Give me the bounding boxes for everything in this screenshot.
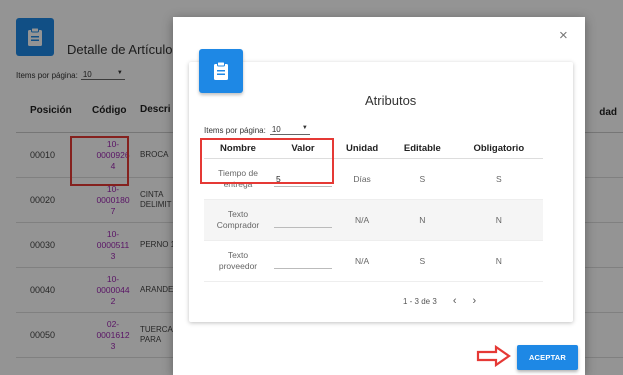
value-input[interactable]: 5 [274,172,332,187]
column-header-obligatorio: Obligatorio [454,138,543,159]
chevron-left-icon[interactable]: ‹ [453,295,457,307]
column-header-nombre: Nombre [204,138,272,159]
attributes-modal: × Atributos Items por página: 10 ▼ Nombre… [173,17,585,375]
value-input[interactable] [274,254,332,269]
items-per-page-select[interactable]: 10 ▼ [269,125,310,135]
items-per-page: Items por página: 10 ▼ [204,125,310,135]
value-input[interactable] [274,213,332,228]
arrow-right-icon [476,345,511,367]
clipboard-icon [199,49,243,93]
accept-button[interactable]: ACEPTAR [517,345,578,370]
table-row: Texto proveedor N/A S N [204,240,543,282]
pagination: 1 - 3 de 3 ‹ › [403,295,476,307]
column-header-valor: Valor [272,138,334,159]
modal-title: Atributos [365,93,417,108]
column-header-unidad: Unidad [334,138,391,159]
attributes-table: Nombre Valor Unidad Editable Obligatorio… [204,138,543,282]
pagination-range: 1 - 3 de 3 [403,296,437,306]
column-header-editable: Editable [390,138,455,159]
table-row: Texto Comprador N/A N N [204,199,543,241]
close-icon[interactable]: × [559,27,568,44]
chevron-right-icon[interactable]: › [472,295,476,307]
table-row: Tiempo de entrega 5 Días S S [204,158,543,200]
